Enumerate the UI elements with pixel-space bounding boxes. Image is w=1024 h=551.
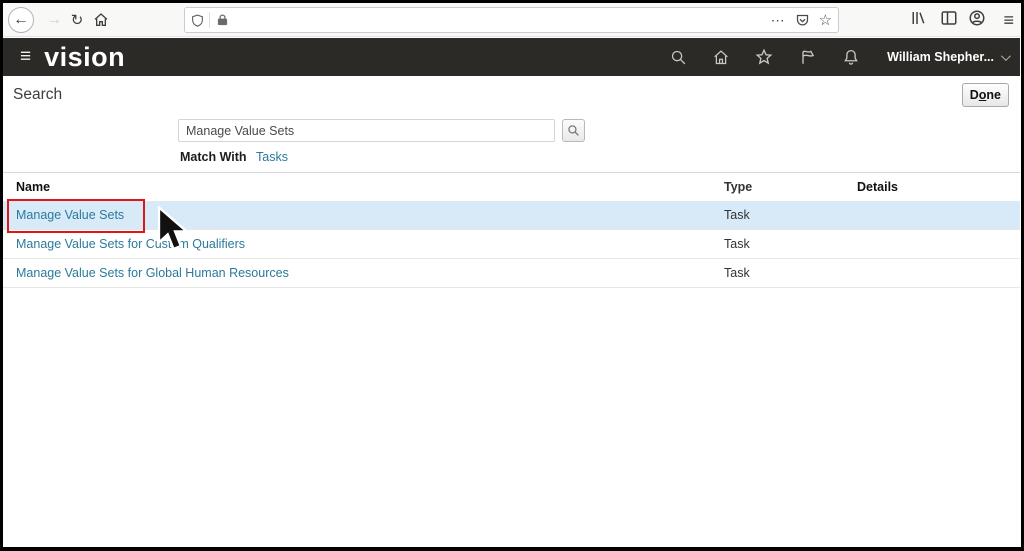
search-icon [567,124,580,137]
browser-back-button[interactable]: ← [8,7,34,33]
home-icon [93,12,109,28]
table-row[interactable]: Manage Value Sets for Global Human Resou… [3,259,1020,288]
tracking-shield-icon[interactable] [191,13,204,28]
column-header-type: Type [724,180,857,194]
brand-logo[interactable]: vision [44,44,125,71]
table-row[interactable]: Manage Value Sets Task [3,201,1020,230]
browser-menu-icon[interactable]: ≡ [1003,9,1014,31]
match-with-tasks-link[interactable]: Tasks [256,150,288,164]
chevron-down-icon [1001,51,1011,61]
page-title: Search [13,86,62,104]
home-icon[interactable] [712,49,730,66]
browser-home-button[interactable] [88,7,114,33]
row-type: Task [724,237,857,251]
match-with-label: Match With [180,150,247,164]
task-link-manage-value-sets[interactable]: Manage Value Sets [16,208,124,222]
bookmark-star-icon[interactable]: ☆ [819,11,832,29]
library-icon[interactable] [909,9,928,32]
screenshot-frame: ← → ↻ ⋯ [3,3,1020,547]
column-header-name: Name [3,180,724,194]
url-bar-divider [209,12,210,28]
notifications-bell-icon[interactable] [842,48,860,66]
pocket-icon[interactable] [795,13,810,28]
row-type: Task [724,208,857,222]
match-with-row: Match With Tasks [180,150,288,164]
sidebar-toggle-icon[interactable] [940,9,958,32]
search-button[interactable] [562,119,585,142]
address-input[interactable] [229,8,507,32]
search-form [178,119,585,142]
app-header: ≡ vision William Shepher... [3,38,1020,76]
row-type: Task [724,266,857,280]
search-results-table: Name Type Details Manage Value Sets Task… [3,172,1020,288]
task-link-manage-value-sets-global-hr[interactable]: Manage Value Sets for Global Human Resou… [16,266,289,280]
search-icon[interactable] [670,49,687,66]
url-bar[interactable]: ⋯ ☆ [184,7,839,33]
page-actions-icon[interactable]: ⋯ [771,12,786,29]
table-row[interactable]: Manage Value Sets for Custom Qualifiers … [3,230,1020,259]
browser-toolbar: ← → ↻ ⋯ [3,3,1020,37]
user-name: William Shepher... [887,50,994,64]
done-button[interactable]: Done [962,83,1009,107]
column-header-details: Details [857,180,1020,194]
search-input[interactable] [178,119,555,142]
favorites-star-icon[interactable] [755,48,773,66]
account-icon[interactable] [968,9,986,32]
lock-icon[interactable] [216,13,229,27]
app-navigator-menu-icon[interactable]: ≡ [20,46,31,68]
app-header-icons [670,48,860,66]
flag-icon[interactable] [798,48,817,66]
table-header-row: Name Type Details [3,173,1020,201]
task-link-manage-value-sets-custom-qualifiers[interactable]: Manage Value Sets for Custom Qualifiers [16,237,245,251]
user-menu[interactable]: William Shepher... [887,50,1008,64]
browser-reload-button[interactable]: ↻ [64,7,90,33]
